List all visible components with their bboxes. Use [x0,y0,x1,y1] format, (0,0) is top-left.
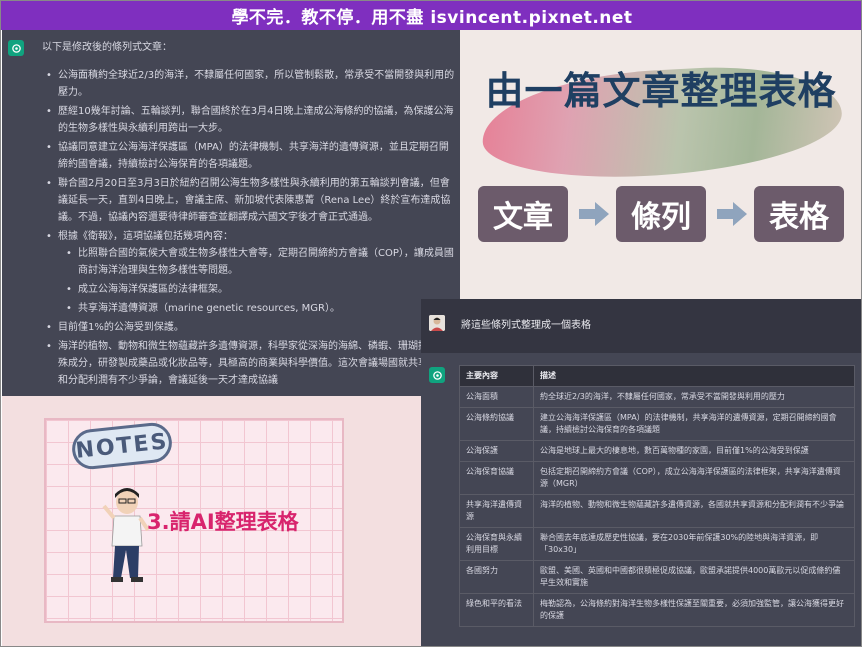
screenshot-frame: 學不完．教不停．用不盡 isvincent.pixnet.net 以下是修改後的… [0,0,862,647]
list-item: 目前僅1%的公海受到保護。 [46,319,456,336]
table-cell: 建立公海海洋保護區（MPA）的法律機制，共享海洋的遺傳資源，定期召開締約國會議，… [533,407,855,441]
response-intro: 以下是修改後的條列式文章： [42,42,172,53]
sub-list-item: 共享海洋遺傳資源（marine genetic resources, MGR）。 [66,300,456,317]
list-item: 聯合國2月20日至3月3日於紐約召開公海生物多樣性與永續利用的第五輪談判會議，但… [46,175,456,226]
table-row: 公海保護 公海是地球上最大的棲息地，數百萬物種的家園，目前僅1%的公海受到保護 [459,440,855,462]
bullet-list: 公海面積約全球近2/3的海洋，不隸屬任何國家，所以管制鬆散，常承受不當開發與利用… [46,67,456,391]
column-header: 描述 [533,365,855,387]
table-cell: 公海是地球上最大的棲息地，數百萬物種的家園，目前僅1%的公海受到保護 [533,440,855,462]
column-header: 主要內容 [459,365,534,387]
table-cell: 各國努力 [459,560,534,594]
list-item: 協議同意建立公海海洋保護區（MPA）的法律機制、共享海洋的遺傳資源，並且定期召開… [46,139,456,173]
table-cell: 共享海洋遺傳資源 [459,494,534,528]
flow-step-article: 文章 [478,186,568,242]
chatgpt-logo-icon [8,40,24,56]
table-cell: 公海保護 [459,440,534,462]
table-row: 綠色和平的看法 梅勒認為，公海條約對海洋生物多樣性保護至關重要，必須加強監管，讓… [459,593,855,627]
table-row: 公海面積 約全球近2/3的海洋，不隸屬任何國家，常承受不當開發與利用的壓力 [459,386,855,408]
list-item: 公海面積約全球近2/3的海洋，不隸屬任何國家，所以管制鬆散，常承受不當開發與利用… [46,67,456,101]
table-cell: 公海面積 [459,386,534,408]
table-cell: 包括定期召開締約方會議（COP），成立公海海洋保護區的法律框架，共享海洋遺傳資源… [533,461,855,495]
table-cell: 歐盟、美國、英國和中國都很積極促成協議，歐盟承諾提供4000萬歐元以促成條約儘早… [533,560,855,594]
chatgpt-logo-icon [429,367,445,383]
table-header-row: 主要內容 描述 [459,365,855,387]
sub-list-item: 成立公海海洋保護區的法律框架。 [66,281,456,298]
card-title: 由一篇文章整理表格 [485,69,837,113]
notes-card: NOTES 3.請AI整理表格 [2,396,421,646]
list-item: 海洋的植物、動物和微生物蘊藏許多遺傳資源，科學家從深海的海綿、磷蝦、珊瑚提取特殊… [46,338,456,389]
chatgpt-response-panel: 以下是修改後的條列式文章： 公海面積約全球近2/3的海洋，不隸屬任何國家，所以管… [2,30,460,396]
table-cell: 公海保育與永續利用目標 [459,527,534,561]
process-flow: 文章 條列 表格 [478,186,844,244]
list-item: 根據《衛報》，這項協議包括幾項內容： 比照聯合國的氣候大會或生物多樣性大會等，定… [46,228,456,317]
table-cell: 聯合國去年底達成歷史性協議，要在2030年前保護30%的陸地與海洋資源，即「30… [533,527,855,561]
table-row: 公海保育與永續利用目標 聯合國去年底達成歷史性協議，要在2030年前保護30%的… [459,527,855,561]
assistant-message-row: 主要內容 描述 公海面積 約全球近2/3的海洋，不隸屬任何國家，常承受不當開發與… [421,353,861,646]
sub-list-item: 比照聯合國的氣候大會或生物多樣性大會等，定期召開締約方會議（COP），讓成員國商… [66,245,456,279]
flow-step-list: 條列 [616,186,706,242]
table-row: 公海條約協議 建立公海海洋保護區（MPA）的法律機制，共享海洋的遺傳資源，定期召… [459,407,855,441]
table-row: 共享海洋遺傳資源 海洋的植物、動物和微生物蘊藏許多遺傳資源，各國就共享資源和分配… [459,494,855,528]
summary-table: 主要內容 描述 公海面積 約全球近2/3的海洋，不隸屬任何國家，常承受不當開發與… [459,365,855,627]
table-row: 公海保育協議 包括定期召開締約方會議（COP），成立公海海洋保護區的法律框架，共… [459,461,855,495]
table-row: 各國努力 歐盟、美國、英國和中國都很積極促成協議，歐盟承諾提供4000萬歐元以促… [459,560,855,594]
user-message: 將這些條列式整理成一個表格 [461,320,591,331]
table-cell: 梅勒認為，公海條約對海洋生物多樣性保護至關重要，必須加強監管，讓公海獲得更好的保… [533,593,855,627]
sub-bullet-list: 比照聯合國的氣候大會或生物多樣性大會等，定期召開締約方會議（COP），讓成員國商… [66,245,456,317]
table-cell: 約全球近2/3的海洋，不隸屬任何國家，常承受不當開發與利用的壓力 [533,386,855,408]
arrow-right-icon [717,202,747,226]
title-card: 由一篇文章整理表格 文章 條列 表格 [460,30,861,299]
table-cell: 綠色和平的看法 [459,593,534,627]
chatgpt-conversation-panel: 將這些條列式整理成一個表格 主要內容 描述 公海面積 約全球近2/3的海洋，不隸… [421,299,861,646]
user-avatar [429,315,445,331]
table-cell: 公海保育協議 [459,461,534,495]
list-item: 歷經10幾年討論、五輪談判，聯合國終於在3月4日晚上達成公海條約的協議，為保護公… [46,103,456,137]
user-message-row: 將這些條列式整理成一個表格 [421,299,861,353]
flow-step-table: 表格 [754,186,844,242]
person-illustration-icon [102,488,150,582]
notes-caption: 3.請AI整理表格 [147,510,299,534]
list-item-text: 根據《衛報》，這項協議包括幾項內容： [58,231,233,242]
table-cell: 海洋的植物、動物和微生物蘊藏許多遺傳資源，各國就共享資源和分配利潤有不少爭論 [533,494,855,528]
arrow-right-icon [579,202,609,226]
site-banner: 學不完．教不停．用不盡 isvincent.pixnet.net [1,1,861,30]
table-cell: 公海條約協議 [459,407,534,441]
